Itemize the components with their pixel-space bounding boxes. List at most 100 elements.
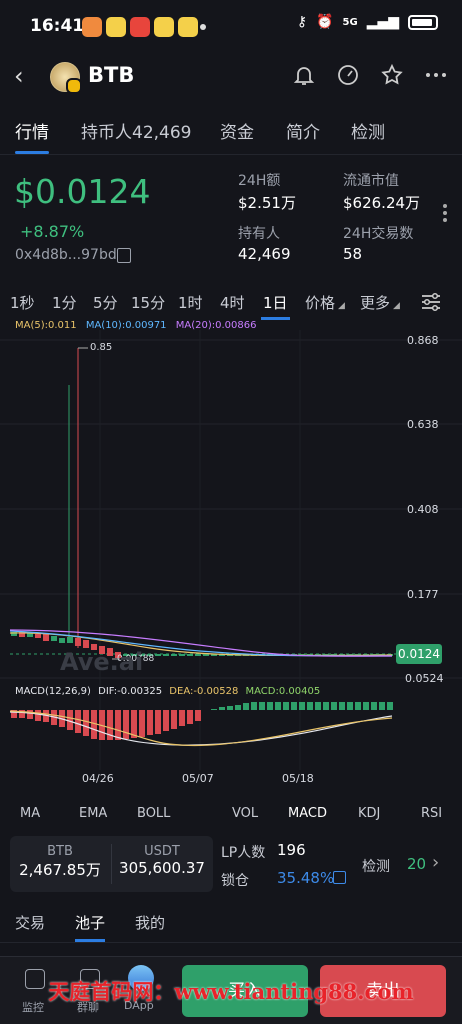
- indicator-ema[interactable]: EMA: [79, 806, 107, 821]
- candle: [83, 640, 89, 648]
- more-dropdown[interactable]: 更多 ◢: [360, 292, 400, 313]
- price-chart[interactable]: [0, 320, 462, 780]
- quote-reserve-value: 305,600.37: [119, 859, 205, 877]
- candle: [171, 654, 177, 656]
- indicator-kdj[interactable]: KDJ: [358, 806, 380, 821]
- macd-bar: [307, 702, 313, 710]
- stats-more-icon[interactable]: [443, 204, 447, 224]
- candle: [179, 654, 185, 656]
- app-notification-icon: [130, 17, 150, 37]
- subtabs-divider: [0, 942, 462, 943]
- current-price-tag: 0.0124: [396, 644, 442, 664]
- holders-label: 持有人: [238, 226, 280, 242]
- buy-button[interactable]: 买入: [182, 965, 308, 1017]
- chevron-right-icon[interactable]: ›: [432, 852, 439, 873]
- dapp-icon[interactable]: [128, 965, 154, 991]
- interval-4h[interactable]: 4时: [220, 292, 245, 313]
- macd-bar: [363, 702, 369, 710]
- status-bar: 16:41 ⚷ ⏰ 5G ▂▄▆: [0, 0, 462, 52]
- indicator-macd[interactable]: MACD: [288, 806, 327, 821]
- candle: [59, 638, 65, 643]
- quote-reserve-label: USDT: [144, 844, 180, 859]
- token-logo: [50, 62, 82, 94]
- interval-1s[interactable]: 1秒: [10, 292, 35, 313]
- macd-bar: [339, 702, 345, 710]
- indicator-rsi[interactable]: RSI: [421, 806, 442, 821]
- detect-value[interactable]: 20: [407, 855, 426, 873]
- macd-bar: [155, 710, 161, 734]
- macd-bar: [275, 702, 281, 710]
- macd-bar: [195, 710, 201, 721]
- vol24-label: 24H额: [238, 173, 281, 189]
- subtab-trades[interactable]: 交易: [15, 912, 45, 933]
- app-notification-icon: [82, 17, 102, 37]
- indicator-tabs: MA EMA BOLL VOL MACD KDJ RSI: [0, 806, 462, 828]
- macd-bar: [323, 702, 329, 710]
- lock-label: 锁仓: [221, 873, 249, 889]
- subtab-mine[interactable]: 我的: [135, 912, 165, 933]
- lp-value: 196: [277, 841, 306, 859]
- x-tick: 04/26: [82, 772, 114, 785]
- subtab-pool[interactable]: 池子: [75, 912, 106, 942]
- indicator-boll[interactable]: BOLL: [137, 806, 170, 821]
- interval-15m[interactable]: 15分: [131, 292, 165, 313]
- bell-icon[interactable]: [292, 63, 316, 87]
- tab-holders[interactable]: 持币人42,469: [81, 118, 191, 143]
- tx24-label: 24H交易数: [343, 226, 414, 242]
- high-marker: 0.85: [90, 342, 113, 353]
- macd-bar: [315, 702, 321, 710]
- copy-icon[interactable]: [117, 248, 131, 263]
- x-tick: 05/07: [182, 772, 214, 785]
- candle: [67, 637, 73, 643]
- vol24-value: $2.51万: [238, 194, 296, 212]
- interval-5m[interactable]: 5分: [93, 292, 118, 313]
- status-time: 16:41: [30, 16, 85, 36]
- price-change: +8.87%: [20, 222, 85, 241]
- key-icon: ⚷: [296, 14, 308, 30]
- detect-label[interactable]: 检测: [362, 856, 390, 876]
- macd-bar: [227, 706, 233, 710]
- pool-reserves: BTB 2,467.85万 USDT 305,600.37: [10, 836, 213, 892]
- macd-bar: [347, 702, 353, 710]
- macd-bar: [355, 702, 361, 710]
- sub-tabs: 交易 池子 我的: [0, 908, 462, 944]
- more-icon[interactable]: [424, 63, 448, 87]
- more-dropdown-label: 更多: [360, 294, 391, 312]
- lock-value[interactable]: 35.48%: [277, 869, 334, 887]
- chart-watermark: Ave.ai: [60, 648, 144, 676]
- y-tick: 0.0524: [405, 672, 444, 685]
- monitor-icon[interactable]: [25, 969, 45, 989]
- tab-detect[interactable]: 检测: [351, 118, 385, 143]
- macd-bar: [75, 710, 81, 733]
- interval-bar: 1秒 1分 5分 15分 1时 4时 1日 价格 ◢ 更多 ◢: [0, 288, 462, 322]
- more-notifications-dot: [200, 24, 206, 30]
- chart-settings-icon[interactable]: [420, 292, 442, 312]
- gauge-icon[interactable]: [336, 63, 360, 87]
- nav-group-chat[interactable]: 群聊: [77, 999, 99, 1015]
- network-label: 5G: [342, 16, 358, 28]
- price-dropdown[interactable]: 价格 ◢: [305, 292, 345, 313]
- tab-market[interactable]: 行情: [15, 118, 49, 154]
- sell-button[interactable]: 卖出: [320, 965, 446, 1017]
- interval-1h[interactable]: 1时: [178, 292, 203, 313]
- back-button[interactable]: ‹: [14, 62, 24, 90]
- tab-intro[interactable]: 简介: [286, 118, 320, 143]
- y-tick: 0.868: [407, 334, 439, 347]
- ma-legend: MA(5):0.011 MA(10):0.00971 MA(20):0.0086…: [15, 320, 256, 331]
- macd-bar: [331, 702, 337, 710]
- star-icon[interactable]: [380, 63, 404, 87]
- external-link-icon[interactable]: [333, 871, 346, 884]
- tab-funds[interactable]: 资金: [220, 118, 254, 143]
- macd-dif: DIF:-0.00325: [98, 686, 163, 697]
- nav-monitor[interactable]: 监控: [22, 999, 44, 1015]
- chat-icon[interactable]: [80, 969, 100, 989]
- interval-1d[interactable]: 1日: [261, 292, 290, 320]
- nav-dapp[interactable]: DApp: [124, 999, 154, 1012]
- holders-value: 42,469: [238, 245, 291, 263]
- current-price: $0.0124: [14, 172, 151, 211]
- indicator-ma[interactable]: MA: [20, 806, 40, 821]
- interval-1m[interactable]: 1分: [52, 292, 77, 313]
- indicator-vol[interactable]: VOL: [232, 806, 258, 821]
- macd-bar: [387, 702, 393, 710]
- app-notification-icon: [106, 17, 126, 37]
